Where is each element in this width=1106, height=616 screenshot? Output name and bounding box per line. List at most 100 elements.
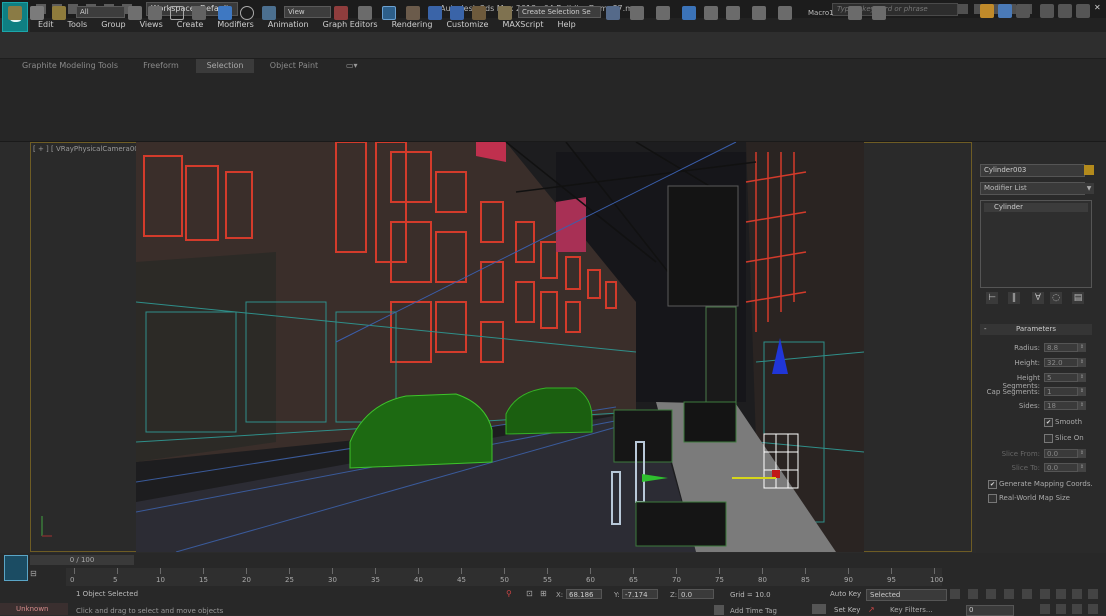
render-production-icon[interactable]	[872, 6, 886, 20]
pivot-center-icon[interactable]	[334, 6, 348, 20]
cap-segments-field[interactable]: 1	[1044, 387, 1078, 396]
menu-tools[interactable]: Tools	[68, 18, 88, 32]
isolate-selection-icon[interactable]: ⊡	[526, 589, 533, 598]
orbit-icon[interactable]	[1072, 589, 1082, 599]
zoom-extents-icon[interactable]	[1072, 604, 1082, 614]
slice-to-spinner[interactable]: ⇕	[1078, 463, 1086, 472]
menu-customize[interactable]: Customize	[446, 18, 488, 32]
snaps-toggle-icon[interactable]	[406, 6, 420, 20]
graphite-toggle-icon[interactable]	[682, 6, 696, 20]
play-icon[interactable]	[986, 589, 996, 599]
select-and-scale-icon[interactable]	[262, 6, 276, 20]
make-unique-icon[interactable]: ∀	[1032, 292, 1044, 304]
rendered-frame-window-icon[interactable]	[848, 6, 862, 20]
tab-freeform[interactable]: Freeform	[132, 59, 190, 73]
schematic-view-icon[interactable]	[726, 6, 740, 20]
rectangular-region-icon[interactable]	[170, 6, 184, 20]
chevron-down-icon[interactable]: ▼	[1084, 183, 1094, 194]
menu-modifiers[interactable]: Modifiers	[217, 18, 254, 32]
angle-snap-icon[interactable]	[428, 6, 442, 20]
generate-mapping-checkbox[interactable]: ✔	[988, 480, 997, 489]
layer-manager-icon[interactable]	[656, 6, 670, 20]
render-setup-icon[interactable]	[778, 6, 792, 20]
bind-space-warp-icon[interactable]	[52, 6, 66, 20]
search-icon[interactable]	[958, 4, 968, 14]
keyboard-shortcut-override-icon[interactable]	[382, 6, 396, 20]
default-in-out-tangent-icon[interactable]: ↗	[868, 605, 875, 614]
auto-key-button[interactable]: Auto Key	[830, 590, 861, 598]
radius-spinner[interactable]: ⇕	[1078, 343, 1086, 352]
create-tab-icon[interactable]	[980, 4, 994, 18]
slice-from-field[interactable]: 0.0	[1044, 449, 1078, 458]
macro-button[interactable]: Macro1	[808, 9, 834, 17]
key-filters-button[interactable]: Key Filters...	[890, 606, 933, 614]
go-to-end-icon[interactable]	[1022, 589, 1032, 599]
time-tag-icon[interactable]	[714, 605, 724, 615]
material-editor-icon[interactable]	[752, 6, 766, 20]
add-time-tag-button[interactable]: Add Time Tag	[730, 607, 777, 615]
menu-group[interactable]: Group	[101, 18, 125, 32]
reference-coordinate-dropdown[interactable]: View	[284, 6, 331, 18]
sides-field[interactable]: 18	[1044, 401, 1078, 410]
height-segments-spinner[interactable]: ⇕	[1078, 373, 1086, 382]
lock-selection-icon[interactable]: ⚲	[506, 589, 512, 598]
tab-selection[interactable]: Selection	[196, 59, 254, 73]
hierarchy-tab-icon[interactable]	[1016, 4, 1030, 18]
height-spinner[interactable]: ⇕	[1078, 358, 1086, 367]
slice-from-spinner[interactable]: ⇕	[1078, 449, 1086, 458]
field-of-view-icon[interactable]	[1040, 589, 1050, 599]
menu-graph-editors[interactable]: Graph Editors	[323, 18, 378, 32]
object-name-field[interactable]: Cylinder003	[980, 164, 1085, 177]
curve-editor-icon[interactable]	[704, 6, 718, 20]
slice-to-field[interactable]: 0.0	[1044, 463, 1078, 472]
link-icon[interactable]	[8, 6, 22, 20]
remove-modifier-icon[interactable]: ◌	[1050, 292, 1062, 304]
zoom-all-icon[interactable]	[1056, 604, 1066, 614]
edit-named-selection-icon[interactable]	[498, 6, 512, 20]
z-coord-field[interactable]: 0.0	[678, 589, 714, 599]
menu-edit[interactable]: Edit	[38, 18, 54, 32]
menu-create[interactable]: Create	[177, 18, 204, 32]
modify-tab-icon[interactable]	[998, 4, 1012, 18]
selection-filter-dropdown[interactable]: All	[76, 6, 125, 18]
select-object-icon[interactable]	[128, 6, 142, 20]
height-field[interactable]: 32.0	[1044, 358, 1078, 367]
key-set-dropdown[interactable]: Selected	[866, 589, 947, 601]
set-key-button[interactable]: Set Key	[834, 606, 860, 614]
walk-through-icon[interactable]	[1088, 589, 1098, 599]
parameters-rollout-header[interactable]: - Parameters	[980, 324, 1092, 335]
named-selection-set-dropdown[interactable]: Create Selection Se	[518, 6, 601, 18]
menu-maxscript[interactable]: MAXScript	[502, 18, 543, 32]
real-world-map-checkbox[interactable]	[988, 494, 997, 503]
curve-editor-mini-icon[interactable]: ⊟	[30, 569, 37, 578]
align-icon[interactable]	[630, 6, 644, 20]
x-coord-field[interactable]: 68.186	[566, 589, 602, 599]
sides-spinner[interactable]: ⇕	[1078, 401, 1086, 410]
current-frame-field[interactable]: 0	[966, 605, 1014, 616]
maxscript-listener[interactable]: Unknown	[0, 603, 68, 615]
viewport-scene[interactable]	[136, 142, 864, 552]
stack-item-cylinder[interactable]: Cylinder	[984, 203, 1088, 212]
spinner-snap-icon[interactable]	[472, 6, 486, 20]
y-coord-field[interactable]: -7.174	[622, 589, 658, 599]
next-frame-icon[interactable]	[1004, 589, 1014, 599]
key-icon[interactable]	[812, 604, 826, 614]
utilities-tab-icon[interactable]	[1076, 4, 1090, 18]
cap-segments-spinner[interactable]: ⇕	[1078, 387, 1086, 396]
show-end-result-icon[interactable]: ‖	[1008, 292, 1020, 304]
smooth-checkbox[interactable]: ✔	[1044, 418, 1053, 427]
pin-stack-icon[interactable]: ⊢	[986, 292, 998, 304]
maximize-viewport-icon[interactable]	[1088, 604, 1098, 614]
unlink-icon[interactable]	[30, 6, 44, 20]
slice-on-checkbox[interactable]	[1044, 434, 1053, 443]
configure-modifier-sets-icon[interactable]: ▤	[1072, 292, 1084, 304]
menu-animation[interactable]: Animation	[268, 18, 309, 32]
time-slider[interactable]: 0 / 100	[30, 555, 134, 565]
window-crossing-icon[interactable]	[192, 6, 206, 20]
tab-object-paint[interactable]: Object Paint	[262, 59, 326, 73]
menu-views[interactable]: Views	[140, 18, 163, 32]
display-tab-icon[interactable]	[1058, 4, 1072, 18]
ribbon-options-icon[interactable]: ▭▾	[346, 61, 358, 70]
mirror-icon[interactable]	[606, 6, 620, 20]
pan-view-icon[interactable]	[1056, 589, 1066, 599]
